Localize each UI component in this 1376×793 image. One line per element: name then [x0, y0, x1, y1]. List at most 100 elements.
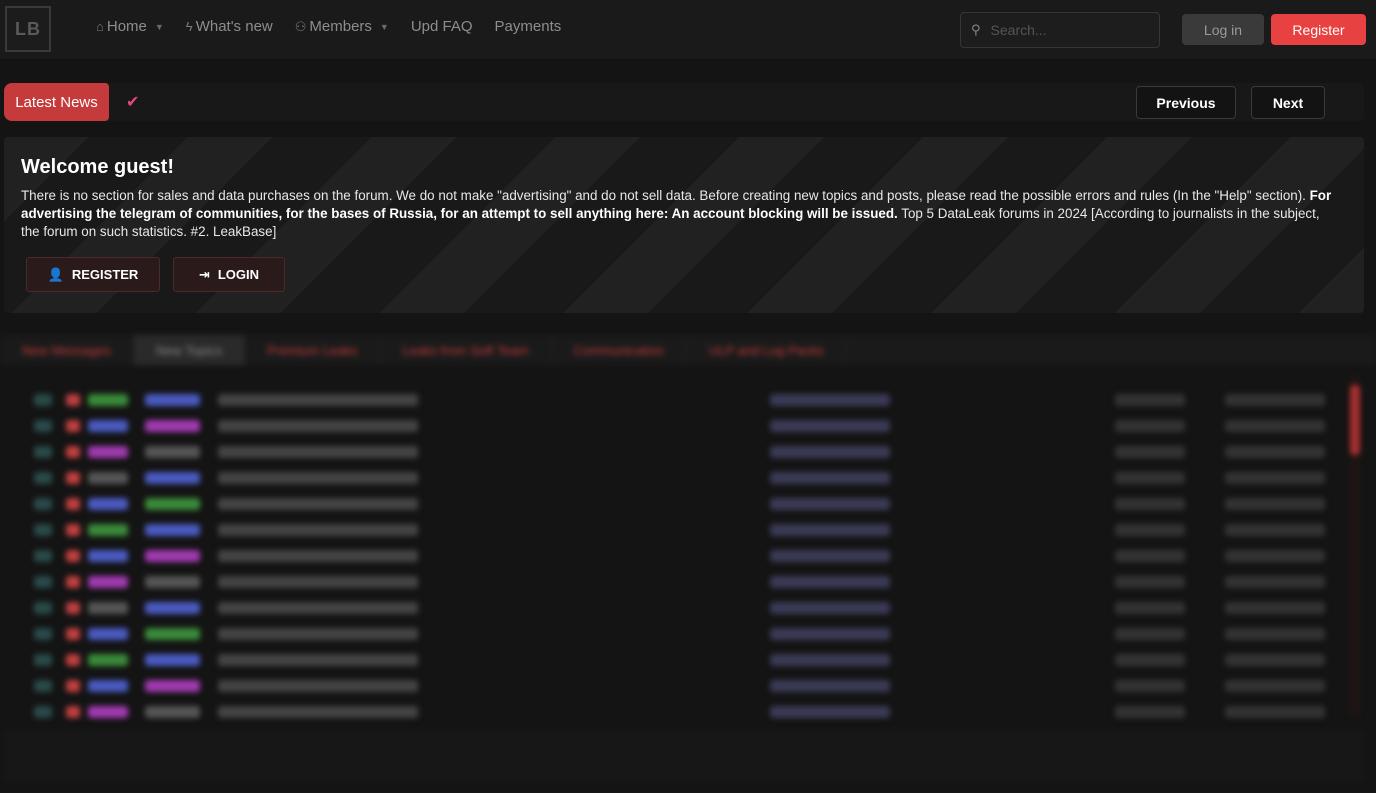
thread-row-cell	[218, 602, 418, 614]
thread-row[interactable]	[0, 413, 1350, 439]
thread-row-cell	[770, 602, 890, 614]
nav-members-label: Members	[309, 18, 372, 35]
thread-row-cell	[770, 628, 890, 640]
thread-row-cell	[1225, 498, 1325, 510]
thread-row-cell	[1115, 706, 1185, 718]
thread-row-cell	[218, 420, 418, 432]
nav-home-label: Home	[106, 18, 147, 35]
thread-row-cell	[145, 420, 200, 432]
thread-row-cell	[145, 602, 200, 614]
thread-row-cell	[1115, 524, 1185, 536]
thread-row-cell	[770, 472, 890, 484]
login-button[interactable]: Log in	[1182, 14, 1264, 45]
nav-upd-faq[interactable]: Upd FAQ	[411, 18, 473, 35]
main-nav: ⌂ Home ▼ ϟ What's new ⚇ Members ▼ Upd FA…	[96, 18, 583, 35]
thread-row[interactable]	[0, 569, 1350, 595]
thread-row-cell	[1225, 602, 1325, 614]
register-button[interactable]: Register	[1271, 14, 1366, 45]
thread-row[interactable]	[0, 517, 1350, 543]
thread-row[interactable]	[0, 647, 1350, 673]
thread-row[interactable]	[0, 621, 1350, 647]
thread-tab[interactable]: New Messages	[0, 335, 134, 365]
thread-row-cell	[34, 394, 52, 406]
thread-row-cell	[145, 576, 200, 588]
thread-row-cell	[66, 628, 80, 640]
next-button[interactable]: Next	[1251, 86, 1325, 119]
thread-row-cell	[145, 394, 200, 406]
thread-tab[interactable]: New Topics	[133, 335, 246, 365]
thread-tab[interactable]: Leaks from Soft Team	[380, 335, 552, 365]
thread-row-cell	[1225, 680, 1325, 692]
thread-row[interactable]	[0, 387, 1350, 413]
thread-row-cell	[1115, 550, 1185, 562]
search-input[interactable]	[990, 22, 1141, 38]
chevron-down-icon[interactable]: ▼	[155, 22, 164, 32]
thread-row-cell	[34, 628, 52, 640]
thread-row[interactable]	[0, 439, 1350, 465]
thread-row-cell	[218, 550, 418, 562]
thread-row-cell	[1225, 628, 1325, 640]
thread-row[interactable]	[0, 465, 1350, 491]
thread-row-cell	[1225, 472, 1325, 484]
thread-row-cell	[145, 680, 200, 692]
chevron-down-icon[interactable]: ▼	[380, 22, 389, 32]
thread-tab[interactable]: Premium Leaks	[245, 335, 381, 365]
thread-scrollbar[interactable]	[1350, 375, 1360, 715]
thread-row[interactable]	[0, 673, 1350, 699]
thread-row[interactable]	[0, 491, 1350, 517]
thread-row[interactable]	[0, 543, 1350, 569]
thread-row-cell	[66, 576, 80, 588]
news-ticker-icon: ✔	[126, 94, 140, 111]
site-logo[interactable]: LB	[5, 6, 51, 52]
thread-row-cell	[145, 706, 200, 718]
thread-row-cell	[770, 446, 890, 458]
thread-row-cell	[1225, 446, 1325, 458]
previous-button[interactable]: Previous	[1136, 86, 1236, 119]
thread-row-cell	[88, 420, 128, 432]
latest-news-bar: Latest News ✔ Previous Next	[4, 83, 1364, 121]
scrollbar-thumb[interactable]	[1350, 385, 1360, 455]
thread-row[interactable]	[0, 699, 1350, 725]
bolt-icon: ϟ	[185, 19, 193, 34]
thread-row-cell	[66, 680, 80, 692]
thread-row-cell	[34, 472, 52, 484]
thread-row-cell	[34, 602, 52, 614]
thread-row-cell	[218, 524, 418, 536]
thread-row-cell	[66, 524, 80, 536]
thread-row-cell	[1115, 394, 1185, 406]
thread-row-cell	[88, 524, 128, 536]
nav-home[interactable]: ⌂ Home ▼	[96, 18, 164, 35]
thread-tab[interactable]: Communication	[552, 335, 687, 365]
nav-whats-new[interactable]: ϟ What's new	[186, 18, 273, 35]
welcome-register-button[interactable]: 👤 REGISTER	[26, 257, 160, 292]
search-box[interactable]: ⚲	[960, 12, 1160, 48]
thread-row-cell	[145, 628, 200, 640]
thread-row-cell	[66, 602, 80, 614]
thread-row-cell	[34, 498, 52, 510]
thread-row-cell	[218, 394, 418, 406]
thread-row-cell	[66, 706, 80, 718]
thread-row-cell	[66, 654, 80, 666]
search-icon[interactable]: ⚲	[971, 22, 981, 38]
nav-payments[interactable]: Payments	[495, 18, 562, 35]
thread-row-cell	[88, 394, 128, 406]
blurred-footer-bar	[4, 730, 1364, 782]
thread-row-cell	[88, 680, 128, 692]
thread-row-cell	[1225, 394, 1325, 406]
thread-row-cell	[1225, 576, 1325, 588]
thread-row-cell	[1115, 498, 1185, 510]
thread-row-cell	[1225, 420, 1325, 432]
thread-tab[interactable]: ULP and Log Packs	[687, 335, 847, 365]
thread-row-cell	[34, 446, 52, 458]
thread-row-cell	[88, 550, 128, 562]
thread-row-cell	[34, 420, 52, 432]
thread-row[interactable]	[0, 595, 1350, 621]
thread-row-cell	[1115, 628, 1185, 640]
thread-column-header	[0, 367, 1376, 389]
welcome-panel: Welcome guest! There is no section for s…	[4, 137, 1364, 313]
nav-members[interactable]: ⚇ Members ▼	[295, 18, 389, 35]
welcome-login-button[interactable]: ⇥ LOGIN	[173, 257, 285, 292]
thread-row-cell	[218, 706, 418, 718]
thread-row-cell	[218, 576, 418, 588]
welcome-login-label: LOGIN	[217, 267, 260, 282]
